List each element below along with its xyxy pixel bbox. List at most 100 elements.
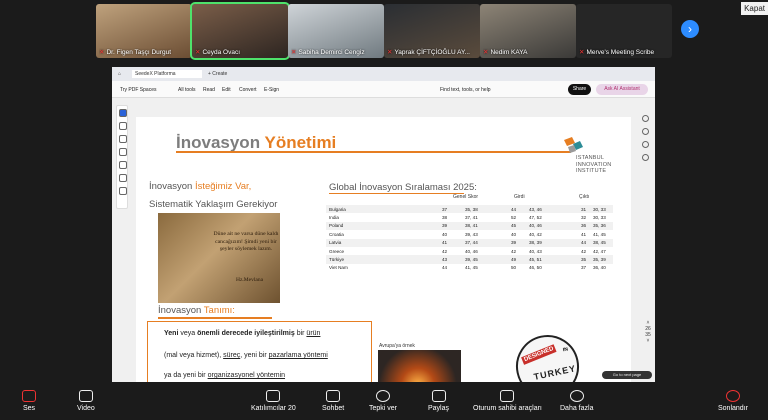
participant-name: Nedim KAYA xyxy=(490,49,528,56)
definition-line-3: ya da yeni bir organizasyonel yöntemin xyxy=(164,372,286,379)
table-cell: 42 xyxy=(581,248,587,254)
table-cell: 31 xyxy=(581,206,587,212)
table-cell: 41, 45 xyxy=(465,265,478,271)
table-cell: 35 xyxy=(581,256,587,262)
participant-tile[interactable]: ✕ Sabiha Demirci Cengiz xyxy=(288,4,384,58)
home-icon[interactable]: ⌂ xyxy=(118,71,121,77)
grid-icon[interactable] xyxy=(642,154,649,161)
bookmark-icon[interactable] xyxy=(642,128,649,135)
toolbar-all-tools[interactable]: All tools xyxy=(178,87,196,93)
participant-name: Merve's Meeting Scribe xyxy=(586,49,655,56)
subtitle-2: Sistematik Yaklaşım Gerekiyor xyxy=(149,199,278,210)
participants-button[interactable]: Katılımcılar 20 xyxy=(251,390,296,412)
toolbar-try-pdf-spaces[interactable]: Try PDF Spaces xyxy=(120,87,157,93)
table-cell: 38 xyxy=(442,214,448,220)
share-button[interactable]: Share xyxy=(568,84,591,95)
logo-text: ISTANBUL INNOVATION INSTITUTE xyxy=(576,155,612,174)
pdf-toolbar: Try PDF Spaces All tools Read Edit Conve… xyxy=(112,81,655,98)
pdf-page: İnovasyon Yönetimi ISTANBUL INNOVATION INS… xyxy=(136,117,631,387)
audio-button[interactable]: Ses xyxy=(22,390,36,412)
chat-button[interactable]: Sohbet xyxy=(322,390,344,412)
highlight-tool-icon[interactable] xyxy=(119,148,127,156)
comment-icon[interactable] xyxy=(642,115,649,122)
mic-muted-icon xyxy=(22,390,36,402)
browser-tab[interactable]: SeedeX Platforma xyxy=(132,70,202,78)
table-cell: India xyxy=(329,214,339,220)
definition-line-1: Yeni veya önemli derecede iyileştirilmiş… xyxy=(164,330,321,337)
settings-icon[interactable] xyxy=(642,141,649,148)
select-tool-icon[interactable] xyxy=(119,109,127,117)
muted-mic-icon: ✕ xyxy=(387,49,393,56)
participant-tile[interactable]: ✕ Nedim KAYA xyxy=(480,4,576,58)
toolbar-edit[interactable]: Edit xyxy=(222,87,231,93)
table-cell: 40 xyxy=(511,231,517,237)
search-input[interactable]: Find text, tools, or help xyxy=(440,87,491,93)
participant-name: Yaprak ÇİFTÇİOĞLU AY... xyxy=(394,49,470,56)
next-page-arrow-icon[interactable]: › xyxy=(681,20,699,38)
host-tools-button[interactable]: Oturum sahibi araçları xyxy=(473,390,542,412)
table-cell: 40, 46 xyxy=(529,223,542,229)
table-cell: 46, 50 xyxy=(529,265,542,271)
slide-title: İnovasyon Yönetimi xyxy=(176,133,337,152)
new-tab-button[interactable]: + Create xyxy=(208,71,227,77)
table-cell: 37 xyxy=(442,206,448,212)
ranking-underline xyxy=(329,193,464,195)
chat-icon xyxy=(326,390,341,402)
table-cell: 38, 39 xyxy=(529,240,542,246)
muted-mic-icon: ✕ xyxy=(483,49,489,56)
toolbar-read[interactable]: Read xyxy=(203,87,215,93)
page-navigator[interactable]: ˄ 26 35 ˅ xyxy=(642,320,654,344)
participant-tile[interactable]: ✕ Dr. Figen Taşçı Durgut xyxy=(96,4,192,58)
table-cell: 37, 41 xyxy=(465,214,478,220)
painting-quote: Düne ait ne varsa düne kaldı cancağızım!… xyxy=(213,231,279,252)
video-camera-icon xyxy=(78,390,93,402)
more-button[interactable]: Daha fazla xyxy=(560,390,593,412)
end-button[interactable]: Sonlandır xyxy=(718,390,748,412)
page-down-icon: ˅ xyxy=(646,338,650,344)
table-cell: 49 xyxy=(511,256,517,262)
table-cell: 41 xyxy=(581,231,587,237)
table-cell: 40, 46 xyxy=(465,248,478,254)
toolbar-convert[interactable]: Convert xyxy=(239,87,257,93)
table-cell: 32 xyxy=(581,214,587,220)
table-cell: Bulgaria xyxy=(329,206,346,212)
definition-line-2: (mal veya hizmet), süreç, yeni bir pazar… xyxy=(164,352,328,359)
participant-name: Ceyda Ovacı xyxy=(202,49,241,56)
table-cell: 35, 38 xyxy=(465,206,478,212)
muted-mic-icon: ✕ xyxy=(99,49,105,56)
participant-tile[interactable]: ✕ Yaprak ÇİFTÇİOĞLU AY... xyxy=(384,4,480,58)
table-cell: 39 xyxy=(442,223,448,229)
column-cikti: Çıktı xyxy=(579,194,590,200)
table-cell: 41, 45 xyxy=(593,231,606,237)
table-cell: 41 xyxy=(442,240,448,246)
pen-tool-icon[interactable] xyxy=(119,135,127,143)
text-tool-icon[interactable] xyxy=(119,174,127,182)
participant-name: Sabiha Demirci Cengiz xyxy=(298,49,365,56)
stamp-tool-icon[interactable] xyxy=(119,187,127,195)
next-page-tooltip[interactable]: Go to next page xyxy=(602,371,652,379)
table-cell: 30, 33 xyxy=(593,206,606,212)
table-cell: Greece xyxy=(329,248,345,254)
lasso-tool-icon[interactable] xyxy=(119,161,127,169)
table-cell: 52 xyxy=(511,214,517,220)
video-button[interactable]: Video xyxy=(77,390,95,412)
table-cell: 50 xyxy=(511,265,517,271)
table-cell: 36 xyxy=(581,223,587,229)
table-cell: 37 xyxy=(581,265,587,271)
close-button[interactable]: Kapat xyxy=(741,2,768,15)
participant-tile[interactable]: ✕ Merve's Meeting Scribe xyxy=(576,4,672,58)
table-cell: 37, 44 xyxy=(465,240,478,246)
participant-tile-speaking[interactable]: ✕ Ceyda Ovacı xyxy=(190,2,290,60)
table-cell: 47, 52 xyxy=(529,214,542,220)
zoom-tool-icon[interactable] xyxy=(119,122,127,130)
table-cell: 43, 46 xyxy=(529,206,542,212)
toolbar-esign[interactable]: E-Sign xyxy=(264,87,279,93)
share-screen-button[interactable]: Paylaş xyxy=(428,390,449,412)
table-cell: 45, 51 xyxy=(529,256,542,262)
react-button[interactable]: Tepki ver xyxy=(369,390,397,412)
ai-assistant-button[interactable]: Ask AI Assistant xyxy=(596,84,648,95)
title-underline xyxy=(176,151,571,153)
table-cell: 42, 47 xyxy=(593,248,606,254)
more-dots-icon xyxy=(569,390,584,402)
table-cell: Türkiye xyxy=(329,256,345,262)
